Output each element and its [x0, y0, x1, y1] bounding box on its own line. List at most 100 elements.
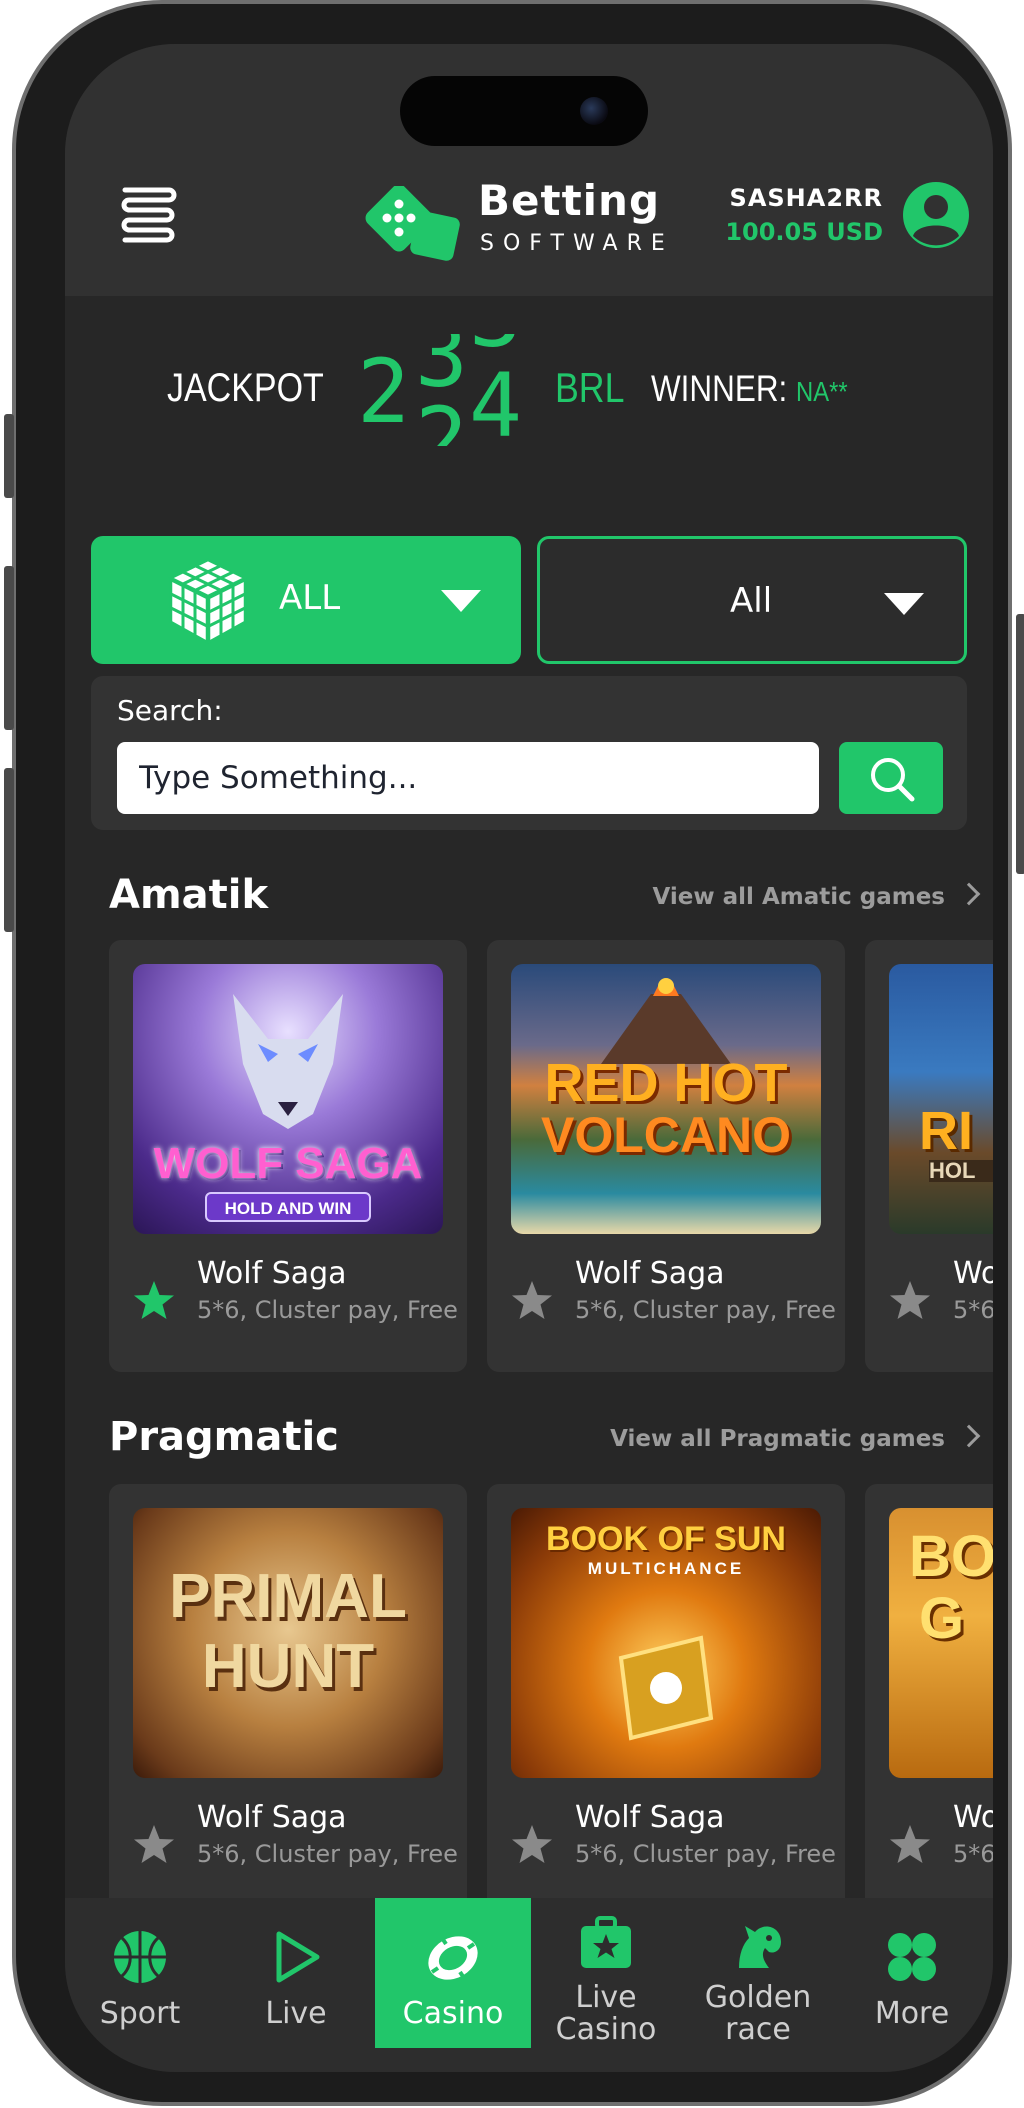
favorite-star-icon[interactable] [131, 1822, 177, 1868]
dice-logo-icon [365, 186, 460, 261]
game-art-subtitle: G [919, 1586, 965, 1651]
volcano-art-icon [601, 978, 731, 1064]
jackpot-currency: BRL [555, 364, 625, 411]
jackpot-digit: 2 [415, 388, 468, 447]
search-button[interactable] [839, 742, 943, 814]
game-name: Wo [953, 1256, 993, 1291]
game-card[interactable]: PRIMAL HUNT Wolf Saga 5*6, Cluster pay, … [109, 1484, 467, 1916]
game-name: Wolf Saga [575, 1256, 725, 1291]
game-art-title: BOOK OF SUN [546, 1520, 786, 1558]
jackpot-winner: WINNER: NA** [651, 368, 848, 410]
winner-label: WINNER: [651, 368, 788, 409]
jackpot-digit: 2 [357, 340, 410, 443]
search-label: Search: [117, 694, 223, 727]
game-art-subtitle: HOLD AND WIN [224, 1199, 352, 1218]
view-all-label: View all Amatic games [652, 884, 945, 910]
nav-label-line: Golden [704, 1980, 812, 2015]
game-name: Wolf Saga [575, 1800, 725, 1835]
chevron-right-icon [957, 882, 981, 906]
game-card[interactable]: BOOK OF SUN MULTICHANCE Wolf Saga 5*6, C… [487, 1484, 845, 1916]
search-input[interactable] [117, 742, 819, 814]
favorite-star-icon[interactable] [509, 1822, 555, 1868]
nav-item-golden-race[interactable]: Golden race [683, 1898, 833, 2048]
game-art-title: RI [919, 1101, 973, 1161]
camera-icon [580, 97, 608, 125]
chevron-down-icon [441, 590, 481, 612]
jackpot-digit: 4 [469, 354, 522, 447]
grid-clover-icon [888, 1933, 936, 1981]
category-filter-dropdown[interactable]: ALL [91, 536, 521, 664]
nav-label: Sport [99, 1996, 181, 2031]
view-all-pragmatic-link[interactable]: View all Pragmatic games [610, 1424, 981, 1452]
game-description: 5*6, [953, 1296, 993, 1324]
username: SASHA2RR [729, 184, 883, 212]
dynamic-island [400, 76, 648, 146]
casino-chip-icon [428, 1936, 478, 1980]
game-card[interactable]: RED HOT VOLCANO Wolf Saga 5*6, Cluster p… [487, 940, 845, 1372]
jackpot-label: JACKPOT [167, 366, 324, 410]
nav-label: Live Casino [531, 1982, 681, 2045]
game-description: 5*6, Cluster pay, Free [197, 1840, 458, 1868]
chevron-right-icon [957, 1424, 981, 1448]
chevron-down-icon [884, 593, 924, 615]
volume-down-button [4, 768, 14, 932]
game-art-title: PRIMAL [169, 1562, 407, 1631]
section-title-amatik: Amatik [109, 872, 269, 918]
nav-label-line: Live [575, 1980, 637, 2015]
power-button [1016, 614, 1024, 874]
nav-item-casino[interactable]: Casino [375, 1898, 531, 2048]
search-icon [871, 758, 915, 802]
book-art-icon [618, 1635, 714, 1741]
section-title-pragmatic: Pragmatic [109, 1414, 339, 1460]
provider-filter-label: All [730, 581, 773, 621]
user-info[interactable]: SASHA2RR 100.05 USD [725, 184, 883, 246]
game-thumbnail-wolf-saga: WOLF SAGA HOLD AND WIN [133, 964, 443, 1234]
game-art-subtitle: MULTICHANCE [587, 1559, 745, 1578]
game-art-title: RED HOT [544, 1053, 788, 1113]
app-screen: Betting SOFTWARE SASHA2RR 100.05 USD JAC… [65, 44, 993, 2072]
game-art-subtitle: HUNT [201, 1632, 375, 1701]
view-all-amatik-link[interactable]: View all Amatic games [652, 882, 981, 910]
nav-label: Casino [402, 1996, 504, 2031]
logo-title: Betting [478, 176, 661, 225]
category-filter-label: ALL [279, 578, 341, 618]
brand-logo[interactable]: Betting SOFTWARE [365, 176, 695, 266]
favorite-star-icon[interactable] [509, 1278, 555, 1324]
game-description: 5*6, [953, 1840, 993, 1868]
nav-item-more[interactable]: More [837, 1898, 987, 2048]
bottom-navigation: Sport Live Casino Live Casino Golden rac… [65, 1898, 993, 2072]
game-art-title: WOLF SAGA [153, 1139, 423, 1188]
briefcase-star-icon [581, 1916, 631, 1968]
user-avatar-icon[interactable] [901, 180, 971, 250]
game-card[interactable]: BO G Wo 5*6, [865, 1484, 993, 1916]
nav-item-live[interactable]: Live [221, 1898, 371, 2048]
provider-filter-dropdown[interactable]: All [537, 536, 967, 664]
game-thumbnail-partial: RI HOL [889, 964, 993, 1234]
game-thumbnail-primal-hunt: PRIMAL HUNT [133, 1508, 443, 1778]
game-name: Wolf Saga [197, 1256, 347, 1291]
jackpot-counter: 2 3 2 3 4 [357, 334, 527, 446]
game-art-badge: HOLD AND WIN [205, 1192, 371, 1222]
search-panel: Search: [91, 676, 967, 830]
game-thumbnail-book-of-sun: BOOK OF SUN MULTICHANCE [511, 1508, 821, 1778]
account-balance: 100.05 USD [725, 218, 883, 246]
game-card[interactable]: WOLF SAGA HOLD AND WIN Wolf Saga 5*6, Cl… [109, 940, 467, 1372]
nav-label: Golden race [683, 1982, 833, 2045]
horse-icon [739, 1926, 781, 1968]
mute-switch [4, 414, 14, 498]
game-card[interactable]: RI HOL Wo 5*6, [865, 940, 993, 1372]
game-thumbnail-red-hot-volcano: RED HOT VOLCANO [511, 964, 821, 1234]
wolf-art-icon [233, 994, 343, 1129]
game-art-title: BO [909, 1524, 993, 1589]
basketball-icon [114, 1931, 166, 1983]
menu-icon[interactable] [117, 184, 179, 246]
nav-label-line: race [725, 2011, 791, 2047]
logo-subtitle: SOFTWARE [480, 231, 674, 256]
nav-label: More [874, 1996, 950, 2031]
volume-up-button [4, 566, 14, 730]
nav-item-live-casino[interactable]: Live Casino [531, 1898, 681, 2048]
favorite-star-icon[interactable] [887, 1278, 933, 1324]
nav-item-sport[interactable]: Sport [65, 1898, 215, 2048]
favorite-star-icon[interactable] [131, 1278, 177, 1324]
favorite-star-icon[interactable] [887, 1822, 933, 1868]
